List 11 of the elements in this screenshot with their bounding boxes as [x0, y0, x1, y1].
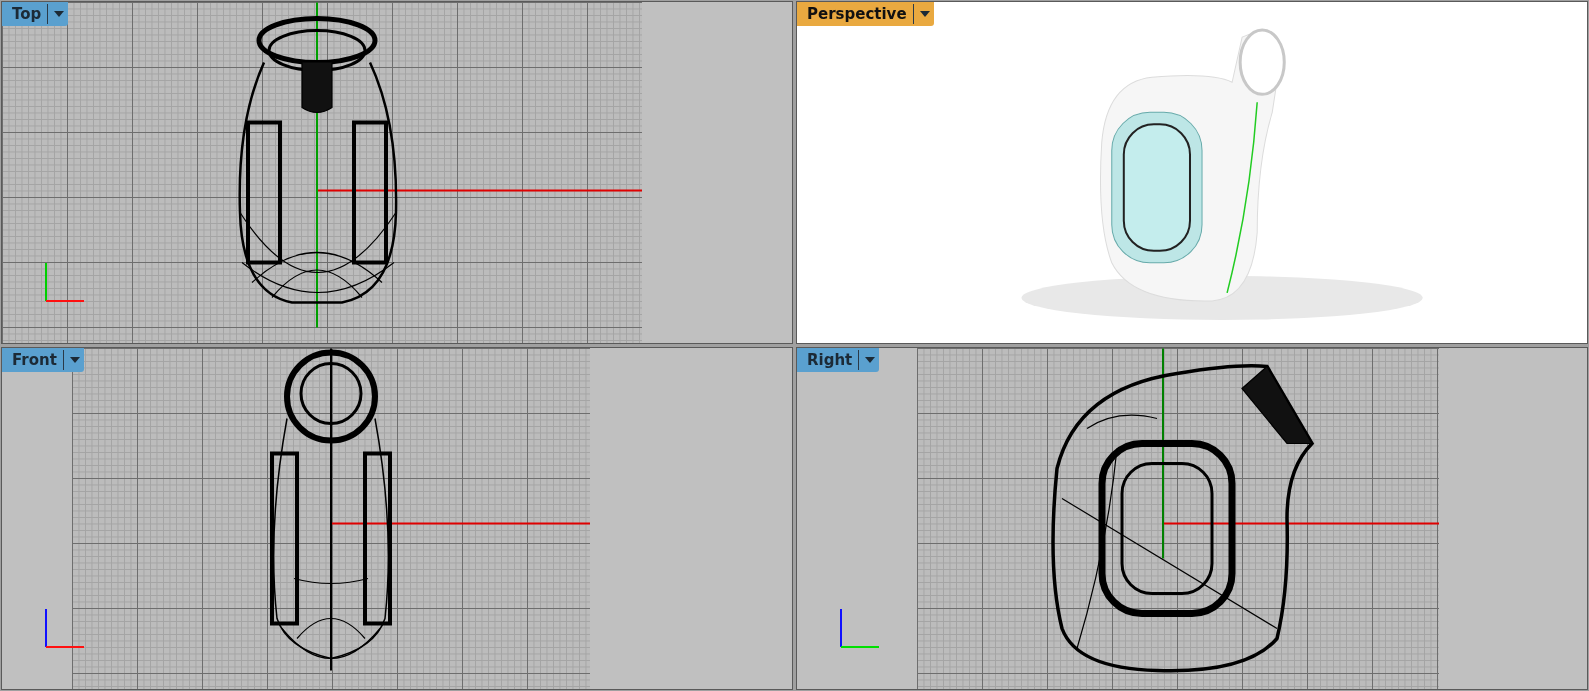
caret-icon[interactable]: [865, 357, 876, 363]
viewport-tab[interactable]: Front: [2, 348, 84, 372]
caret-icon[interactable]: [69, 357, 80, 363]
axis-icon: [44, 607, 86, 649]
caret-icon[interactable]: [919, 11, 930, 17]
axis-icon: [44, 261, 86, 303]
viewport-tab[interactable]: Perspective: [797, 2, 934, 26]
viewport-tab[interactable]: Right: [797, 348, 880, 372]
caret-icon[interactable]: [54, 11, 65, 17]
axis-icon: [839, 607, 881, 649]
viewport-tab[interactable]: Top: [2, 2, 69, 26]
